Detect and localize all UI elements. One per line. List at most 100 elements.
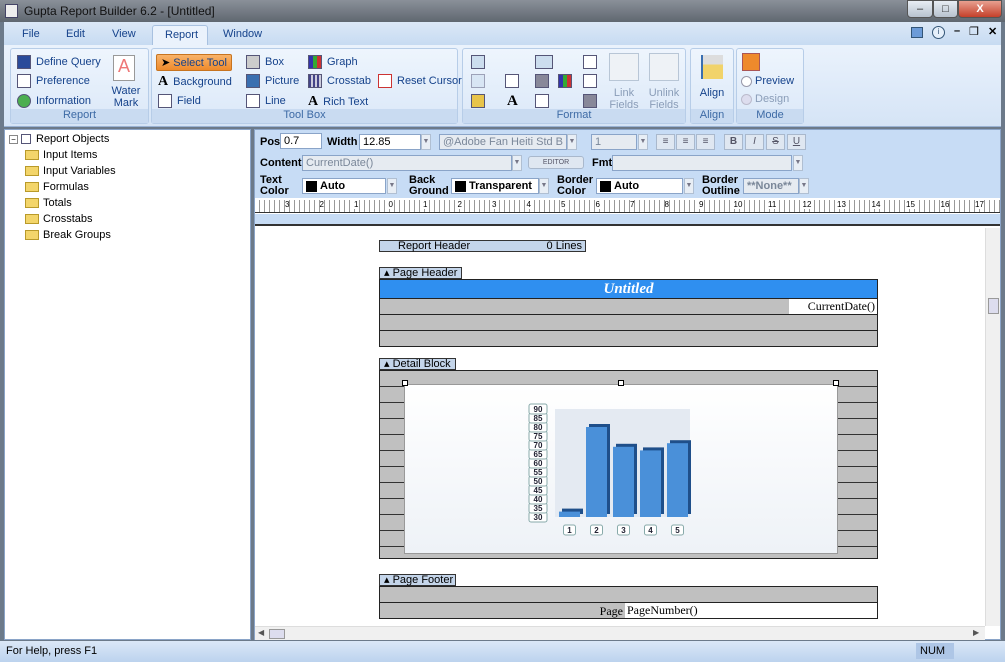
underline-button[interactable]: U bbox=[787, 134, 806, 150]
field-button[interactable]: Field bbox=[158, 94, 201, 108]
tree-item-input-variables[interactable]: Input Variables bbox=[25, 165, 116, 177]
background-dropdown[interactable]: ▼ bbox=[539, 178, 549, 194]
field-format-icon[interactable] bbox=[505, 74, 519, 88]
editor-button[interactable]: EDITOR bbox=[528, 156, 584, 169]
toolbox-group: ➤ Select Tool A Background Field Box Pict… bbox=[151, 48, 462, 124]
tree-item-totals[interactable]: Totals bbox=[25, 197, 72, 209]
graph-object[interactable]: 30 35 40 45 50 55 60 65 70 75 80 85 90 1 2 3 4 5 bbox=[404, 384, 838, 554]
tree-item-input-items[interactable]: Input Items bbox=[25, 149, 97, 161]
ruler-strip bbox=[255, 214, 1000, 226]
size-dropdown[interactable]: ▼ bbox=[638, 134, 648, 150]
ruler-label: 5 bbox=[561, 200, 566, 209]
resize-handle[interactable] bbox=[402, 380, 408, 386]
content-input[interactable]: CurrentDate() bbox=[302, 155, 512, 171]
tab-file[interactable]: File bbox=[14, 25, 48, 45]
page-number-field[interactable]: PageNumber() bbox=[625, 603, 877, 618]
line-button[interactable]: Line bbox=[246, 94, 286, 108]
align-right-button[interactable]: ≡ bbox=[696, 134, 715, 150]
help-topics-icon[interactable] bbox=[911, 27, 923, 38]
background-button[interactable]: A Background bbox=[158, 74, 232, 90]
delete-line-icon[interactable] bbox=[471, 74, 485, 88]
fmt-dropdown[interactable]: ▼ bbox=[793, 155, 803, 171]
italic-button[interactable]: I bbox=[745, 134, 764, 150]
border-outline-select[interactable]: **None** bbox=[743, 178, 799, 194]
current-date-field[interactable]: CurrentDate() bbox=[789, 299, 877, 314]
text-color-dropdown[interactable]: ▼ bbox=[387, 178, 397, 194]
watermark-button[interactable]: Water Mark bbox=[109, 85, 143, 109]
tree-item-crosstabs[interactable]: Crosstabs bbox=[25, 213, 93, 225]
reset-cursor-button[interactable]: Reset Cursor bbox=[378, 74, 462, 88]
pointer-icon: ➤ bbox=[161, 57, 174, 69]
detail-block-band[interactable]: ▴ Detail Block bbox=[379, 358, 456, 370]
layer-icon[interactable] bbox=[583, 94, 597, 108]
preview-radio[interactable]: Preview bbox=[741, 75, 794, 87]
vertical-scrollbar[interactable] bbox=[985, 228, 1000, 626]
tab-view[interactable]: View bbox=[104, 25, 144, 45]
align-left-button[interactable]: ≡ bbox=[656, 134, 675, 150]
border-color-dropdown[interactable]: ▼ bbox=[684, 178, 694, 194]
report-canvas[interactable]: Report Header 0 Lines ▴ Page Header Untit… bbox=[255, 228, 985, 626]
width-input[interactable]: 12.85 bbox=[359, 134, 421, 150]
rich-text-button[interactable]: A Rich Text bbox=[308, 94, 368, 110]
mdi-minimize-icon[interactable]: – bbox=[954, 25, 960, 37]
pos-input[interactable]: 0.7 bbox=[280, 133, 322, 149]
tab-edit[interactable]: Edit bbox=[58, 25, 93, 45]
background-select[interactable]: Transparent bbox=[451, 178, 539, 194]
size-select[interactable]: 1 bbox=[591, 134, 637, 150]
box-format-icon[interactable] bbox=[535, 55, 553, 69]
define-query-button[interactable]: Define Query bbox=[17, 55, 101, 69]
information-button[interactable]: Information bbox=[17, 94, 91, 108]
page-header-band[interactable]: ▴ Page Header bbox=[379, 267, 462, 279]
font-dropdown[interactable]: ▼ bbox=[567, 134, 577, 150]
border-outline-dropdown[interactable]: ▼ bbox=[799, 178, 809, 194]
bold-button[interactable]: B bbox=[724, 134, 743, 150]
report-title-field[interactable]: Untitled bbox=[379, 279, 878, 299]
horizontal-scrollbar[interactable]: ◀ ▶ bbox=[255, 626, 985, 640]
scroll-thumb[interactable] bbox=[269, 629, 285, 639]
select-tool-button[interactable]: ➤ Select Tool bbox=[156, 54, 232, 71]
tree-item-formulas[interactable]: Formulas bbox=[25, 181, 89, 193]
folder-arrow-icon[interactable] bbox=[471, 94, 485, 108]
minimize-button[interactable]: – bbox=[907, 0, 933, 18]
line-format-icon[interactable] bbox=[535, 94, 549, 108]
scroll-thumb[interactable] bbox=[988, 298, 999, 314]
resize-handle[interactable] bbox=[833, 380, 839, 386]
strikethrough-button[interactable]: S bbox=[766, 134, 785, 150]
mdi-close-icon[interactable]: ✕ bbox=[988, 25, 997, 38]
align-center-button[interactable]: ≡ bbox=[676, 134, 695, 150]
tab-window[interactable]: Window bbox=[215, 25, 270, 45]
insert-line-icon[interactable] bbox=[471, 55, 485, 69]
graph-format-icon[interactable] bbox=[558, 74, 572, 88]
mdi-restore-icon[interactable]: ❐ bbox=[969, 25, 979, 38]
text-color-select[interactable]: Auto bbox=[302, 178, 386, 194]
tab-report[interactable]: Report bbox=[152, 25, 208, 45]
preference-button[interactable]: Preference bbox=[17, 74, 90, 88]
content-dropdown[interactable]: ▼ bbox=[512, 155, 522, 171]
resize-handle[interactable] bbox=[618, 380, 624, 386]
border-color-select[interactable]: Auto bbox=[596, 178, 683, 194]
close-button[interactable]: X bbox=[958, 0, 1002, 18]
design-radio[interactable]: Design bbox=[741, 93, 789, 105]
page-icon[interactable] bbox=[583, 55, 597, 69]
maximize-button[interactable]: □ bbox=[933, 0, 958, 18]
x-tick-label: 5 bbox=[675, 526, 680, 535]
fmt-input[interactable] bbox=[612, 155, 792, 171]
font-select[interactable]: @Adobe Fan Heiti Std B bbox=[439, 134, 567, 150]
tree-item-break-groups[interactable]: Break Groups bbox=[25, 229, 111, 241]
graph-button[interactable]: Graph bbox=[308, 55, 358, 69]
width-dropdown[interactable]: ▼ bbox=[421, 134, 431, 150]
page-footer-band[interactable]: ▴ Page Footer bbox=[379, 574, 456, 586]
box-button[interactable]: Box bbox=[246, 55, 284, 69]
picture-format-icon[interactable] bbox=[535, 74, 549, 88]
link-fields-button[interactable]: Link Fields bbox=[603, 87, 645, 111]
ruler[interactable]: 3210123456789101112131415161718 bbox=[255, 200, 1000, 213]
band-row bbox=[379, 587, 878, 603]
text-format-icon[interactable]: A bbox=[507, 93, 518, 110]
align-button[interactable]: Align bbox=[691, 87, 733, 99]
unlink-fields-button[interactable]: Unlink Fields bbox=[643, 87, 685, 111]
crosstab-button[interactable]: Crosstab bbox=[308, 74, 371, 88]
tree-root[interactable]: − Report Objects bbox=[9, 133, 109, 145]
picture-button[interactable]: Picture bbox=[246, 74, 299, 88]
indent-icon[interactable] bbox=[583, 74, 597, 88]
report-header-band[interactable]: Report Header 0 Lines bbox=[379, 240, 586, 252]
